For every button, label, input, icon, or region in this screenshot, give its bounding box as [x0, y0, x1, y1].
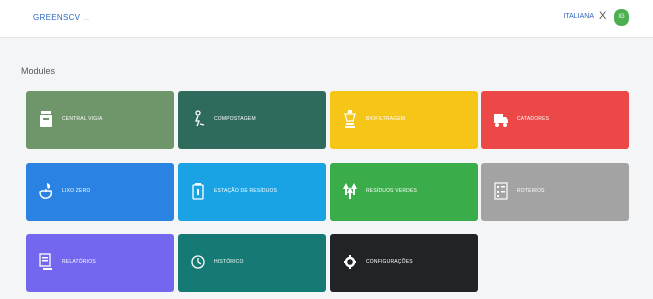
filter-tower-icon [342, 109, 358, 129]
module-label: BIOFILTRAGEM [366, 116, 406, 122]
module-label: CONFIGURAÇÕES [366, 259, 413, 265]
close-icon[interactable]: X [599, 10, 606, 22]
module-label: HISTÓRICO [214, 259, 244, 265]
top-bar: GREENSCV... ITALIANA | X IG [0, 0, 653, 38]
module-label: COMPOSTAGEM [214, 116, 256, 122]
module-tile-compostagem[interactable]: COMPOSTAGEM [178, 91, 326, 149]
module-tile-estacao-de-residuos[interactable]: ESTAÇÃO DE RESÍDUOS [178, 163, 326, 221]
truck-icon [493, 109, 509, 129]
module-label: CATADORES [517, 116, 550, 122]
brand-name: GREENSCV [33, 13, 81, 22]
module-tile-residuos-verdes[interactable]: RESÍDUOS VERDES [330, 163, 478, 221]
recycle-person-icon [190, 109, 206, 129]
module-tile-lixo-zero[interactable]: LIXO ZERO [26, 163, 174, 221]
trash-bin-icon [38, 109, 54, 129]
module-tile-configuracoes[interactable]: CONFIGURAÇÕES [330, 234, 478, 292]
brand-logo[interactable]: GREENSCV... [33, 13, 89, 22]
module-label: ROTEIROS [517, 188, 545, 194]
brand-subtitle: ... [83, 16, 90, 22]
module-tile-central-vigia[interactable]: CENTRAL VIGIA [26, 91, 174, 149]
module-tile-roteiros[interactable]: ROTEIROS [481, 163, 629, 221]
module-label: RELATÓRIOS [62, 259, 96, 265]
module-tile-catadores[interactable]: CATADORES [481, 91, 629, 149]
module-tile-biofiltragem[interactable]: BIOFILTRAGEM [330, 91, 478, 149]
hand-leaf-icon [38, 181, 54, 201]
checklist-icon [493, 181, 509, 201]
trees-icon [342, 181, 358, 201]
module-label: RESÍDUOS VERDES [366, 188, 418, 194]
bin-station-icon [190, 181, 206, 201]
gear-icon [342, 252, 358, 272]
module-label: CENTRAL VIGIA [62, 116, 103, 122]
page-title: Modules [21, 66, 56, 76]
module-tile-relatorios[interactable]: RELATÓRIOS [26, 234, 174, 292]
history-icon [190, 252, 206, 272]
module-label: ESTAÇÃO DE RESÍDUOS [214, 188, 278, 194]
module-label: LIXO ZERO [62, 188, 91, 194]
header-separator: | [588, 12, 590, 19]
module-tile-historico[interactable]: HISTÓRICO [178, 234, 326, 292]
report-hand-icon [38, 252, 54, 272]
avatar[interactable]: IG [614, 9, 629, 26]
